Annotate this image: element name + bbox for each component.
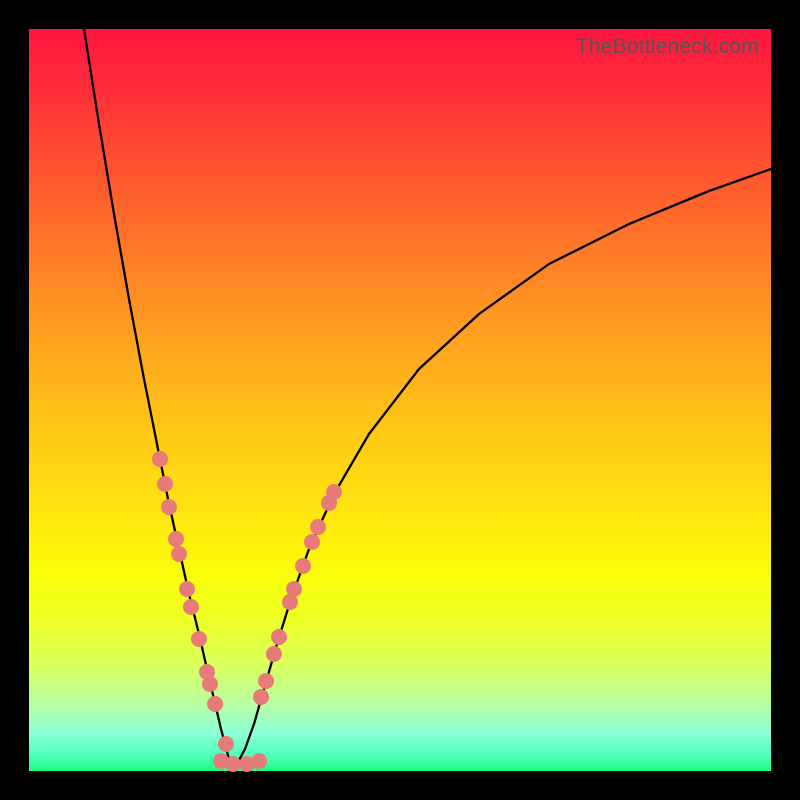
marker-dot xyxy=(326,484,342,500)
marker-dot xyxy=(183,599,199,615)
bottleneck-curve xyxy=(84,29,771,764)
marker-dot xyxy=(171,546,187,562)
marker-dot xyxy=(310,519,326,535)
marker-dot xyxy=(295,558,311,574)
marker-dot xyxy=(157,476,173,492)
outer-frame: TheBottleneck.com xyxy=(0,0,800,800)
marker-dot xyxy=(286,581,302,597)
chart-svg xyxy=(29,29,771,771)
marker-dot xyxy=(179,581,195,597)
marker-dot xyxy=(218,736,234,752)
marker-dot xyxy=(191,631,207,647)
marker-dot xyxy=(258,673,274,689)
marker-dot xyxy=(266,646,282,662)
marker-dot xyxy=(168,531,184,547)
marker-dot xyxy=(304,534,320,550)
marker-dot xyxy=(161,499,177,515)
marker-dot xyxy=(225,756,241,772)
marker-dot xyxy=(271,629,287,645)
plot-area: TheBottleneck.com xyxy=(29,29,771,771)
marker-group xyxy=(152,451,342,772)
marker-dot xyxy=(251,753,267,769)
marker-dot xyxy=(202,676,218,692)
marker-dot xyxy=(253,689,269,705)
marker-dot xyxy=(207,696,223,712)
marker-dot xyxy=(152,451,168,467)
